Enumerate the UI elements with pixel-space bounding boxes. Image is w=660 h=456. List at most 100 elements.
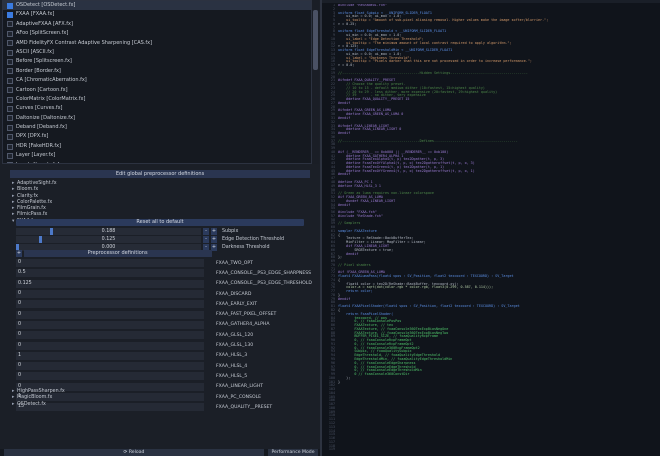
performance-mode-button[interactable]: Performance Mode bbox=[268, 449, 318, 456]
effect-checkbox[interactable] bbox=[7, 12, 13, 19]
effect-item[interactable]: Cartoon [Cartoon.fx] bbox=[3, 86, 311, 95]
effect-item[interactable]: Before [Splitscreen.fx] bbox=[3, 57, 311, 66]
definition-value-input[interactable]: 0 bbox=[16, 259, 204, 268]
effect-checkbox[interactable] bbox=[7, 21, 13, 28]
effect-label: AMD FidelityFX Contrast Adaptive Sharpen… bbox=[16, 39, 153, 46]
effect-item[interactable]: Deband [Deband.fx] bbox=[3, 123, 311, 132]
effect-checkbox[interactable] bbox=[7, 152, 13, 159]
effect-checkbox[interactable] bbox=[7, 124, 13, 131]
definition-value-input[interactable]: 0 bbox=[16, 372, 204, 381]
effect-label: Before [Splitscreen.fx] bbox=[16, 58, 72, 65]
code-line[interactable]: 119 bbox=[322, 448, 660, 452]
code-view[interactable]: 1 #include "ReShadeUI.fxh" 2 3 uniform float… bbox=[322, 4, 660, 456]
effect-item[interactable]: ASCII [ASCII.fx] bbox=[3, 48, 311, 57]
definition-value-input[interactable]: 1 bbox=[16, 351, 204, 360]
effect-item[interactable]: Curves [Curves.fx] bbox=[3, 104, 311, 113]
code-text: #endif bbox=[338, 202, 351, 207]
slider-label: Subpix bbox=[222, 228, 239, 234]
effect-item[interactable]: OSDetect [OSDetect.fx] bbox=[3, 1, 311, 11]
add-definition-button[interactable]: + bbox=[16, 250, 22, 257]
effect-item[interactable]: Daltonize [Daltonize.fx] bbox=[3, 114, 311, 123]
definition-value-input[interactable]: 0 bbox=[16, 341, 204, 350]
definition-name: FXAA_CONSOLE__PS3_EDGE_SHARPNESS bbox=[216, 270, 312, 276]
effect-item[interactable]: AFoo [SplitScreen.fx] bbox=[3, 29, 311, 38]
definition-value-input[interactable]: 0.5 bbox=[16, 269, 204, 278]
definition-value-input[interactable]: 0 bbox=[16, 331, 204, 340]
definition-row: 0 FXAA_GLSL_130 bbox=[16, 340, 316, 350]
effect-checkbox[interactable] bbox=[7, 77, 13, 84]
definition-value-input[interactable]: 0 bbox=[16, 290, 204, 299]
definition-row: 0.125 FXAA_CONSOLE__PS3_EDGE_THRESHOLD bbox=[16, 279, 316, 289]
code-text: #include "ReShade.fxh" bbox=[338, 213, 383, 218]
effect-checkbox[interactable] bbox=[7, 30, 13, 37]
slider-grab[interactable] bbox=[38, 235, 42, 243]
effect-label: CA [ChromaticAberration.fx] bbox=[16, 77, 87, 84]
code-text: ui_tooltip = "Pixels darker than this ar… bbox=[338, 59, 532, 64]
definition-row: 0 FXAA_GLSL_120 bbox=[16, 330, 316, 340]
preprocessor-definitions-label[interactable]: Preprocessor definitions bbox=[23, 250, 212, 257]
definition-row: 0 FXAA_FAST_PIXEL_OFFSET bbox=[16, 309, 316, 319]
definition-name: FXAA_TWO_OPT bbox=[216, 260, 253, 266]
effects-scrollbar[interactable] bbox=[312, 0, 319, 164]
slider-track[interactable]: 0.188 bbox=[16, 227, 201, 235]
effect-label: Layer [Layer.fx] bbox=[16, 152, 56, 159]
definition-value-input[interactable]: 0 bbox=[16, 310, 204, 319]
code-text: ui_tooltip = "The minimum amount of loca… bbox=[338, 40, 512, 45]
definition-value-input[interactable]: 0 bbox=[16, 362, 204, 371]
reset-all-button[interactable]: Reset all to default bbox=[16, 219, 304, 226]
code-text: // Samplers bbox=[338, 221, 361, 226]
increment-button[interactable]: + bbox=[211, 235, 217, 243]
effects-list[interactable]: OSDetect [OSDetect.fx] FXAA [FXAA.fx] Adap… bbox=[2, 0, 312, 164]
fx-file-item[interactable]: ▸ OSDetect.fx bbox=[4, 402, 314, 408]
effect-checkbox[interactable] bbox=[7, 134, 13, 141]
effect-item[interactable]: AMD FidelityFX Contrast Adaptive Sharpen… bbox=[3, 39, 311, 48]
definition-row: 1 FXAA_HLSL_3 bbox=[16, 351, 316, 361]
fx-file-label: FilmGrain.fx bbox=[17, 206, 46, 212]
effect-checkbox[interactable] bbox=[7, 40, 13, 47]
effect-label: Border [Border.fx] bbox=[16, 67, 61, 74]
preprocessor-definitions-header: + Preprocessor definitions bbox=[16, 250, 316, 257]
effect-item[interactable]: CA [ChromaticAberration.fx] bbox=[3, 76, 311, 85]
effect-checkbox[interactable] bbox=[7, 115, 13, 122]
increment-button[interactable]: + bbox=[211, 227, 217, 235]
code-text: float4 FXAAPixelShader(float4 vpos : SV_… bbox=[338, 304, 520, 309]
code-editor[interactable]: 1 #include "ReShadeUI.fxh" 2 3 uniform float… bbox=[322, 0, 660, 456]
fx-file-label: HighPassSharpen.fx bbox=[17, 389, 65, 394]
reload-button[interactable]: ⟳ Reload bbox=[4, 449, 264, 456]
effect-checkbox[interactable] bbox=[7, 105, 13, 112]
effect-checkbox[interactable] bbox=[7, 96, 13, 103]
slider-row: 0.125 - + Edge Detection Threshold bbox=[16, 235, 316, 243]
code-text: sampler FXAATexture bbox=[338, 228, 377, 233]
effect-item[interactable]: AdaptiveFXAA [AFX.fx] bbox=[3, 20, 311, 29]
effect-item[interactable]: Layer [Layer.fx] bbox=[3, 151, 311, 160]
definition-value-input[interactable]: 0 bbox=[16, 320, 204, 329]
effect-label: AFoo [SplitScreen.fx] bbox=[16, 30, 69, 37]
definition-value-input[interactable]: 0.125 bbox=[16, 279, 204, 288]
effect-checkbox[interactable] bbox=[7, 68, 13, 75]
effect-item[interactable]: HDR [FakeHDR.fx] bbox=[3, 142, 311, 151]
effect-checkbox[interactable] bbox=[7, 2, 13, 9]
preprocessor-section-header[interactable]: Edit global preprocessor definitions bbox=[10, 170, 310, 178]
effect-item[interactable]: Border [Border.fx] bbox=[3, 67, 311, 76]
effect-checkbox[interactable] bbox=[7, 59, 13, 66]
definition-name: FXAA_GATHER4_ALPHA bbox=[216, 322, 270, 328]
code-text: } bbox=[338, 379, 341, 384]
fx-file-label: ColorPalette.fx bbox=[17, 199, 53, 205]
code-text: //--------------------------------------… bbox=[338, 70, 528, 75]
decrement-button[interactable]: - bbox=[203, 227, 209, 235]
scrollbar-thumb[interactable] bbox=[313, 10, 318, 70]
decrement-button[interactable]: - bbox=[203, 235, 209, 243]
effect-item[interactable]: FXAA [FXAA.fx] bbox=[3, 10, 311, 19]
slider-grab[interactable] bbox=[50, 227, 54, 235]
definition-value-input[interactable]: 0 bbox=[16, 300, 204, 309]
effect-checkbox[interactable] bbox=[7, 49, 13, 56]
editor-tab-bar bbox=[322, 0, 660, 3]
effect-label: Deband [Deband.fx] bbox=[16, 124, 67, 131]
definition-row: 0.5 FXAA_CONSOLE__PS3_EDGE_SHARPNESS bbox=[16, 268, 316, 278]
definition-name: FXAA_GLSL_120 bbox=[216, 332, 254, 338]
effect-item[interactable]: ColorMatrix [ColorMatrix.fx] bbox=[3, 95, 311, 104]
slider-track[interactable]: 0.125 bbox=[16, 235, 201, 243]
effect-checkbox[interactable] bbox=[7, 87, 13, 94]
effect-checkbox[interactable] bbox=[7, 143, 13, 150]
effect-item[interactable]: DPX [DPX.fx] bbox=[3, 132, 311, 141]
